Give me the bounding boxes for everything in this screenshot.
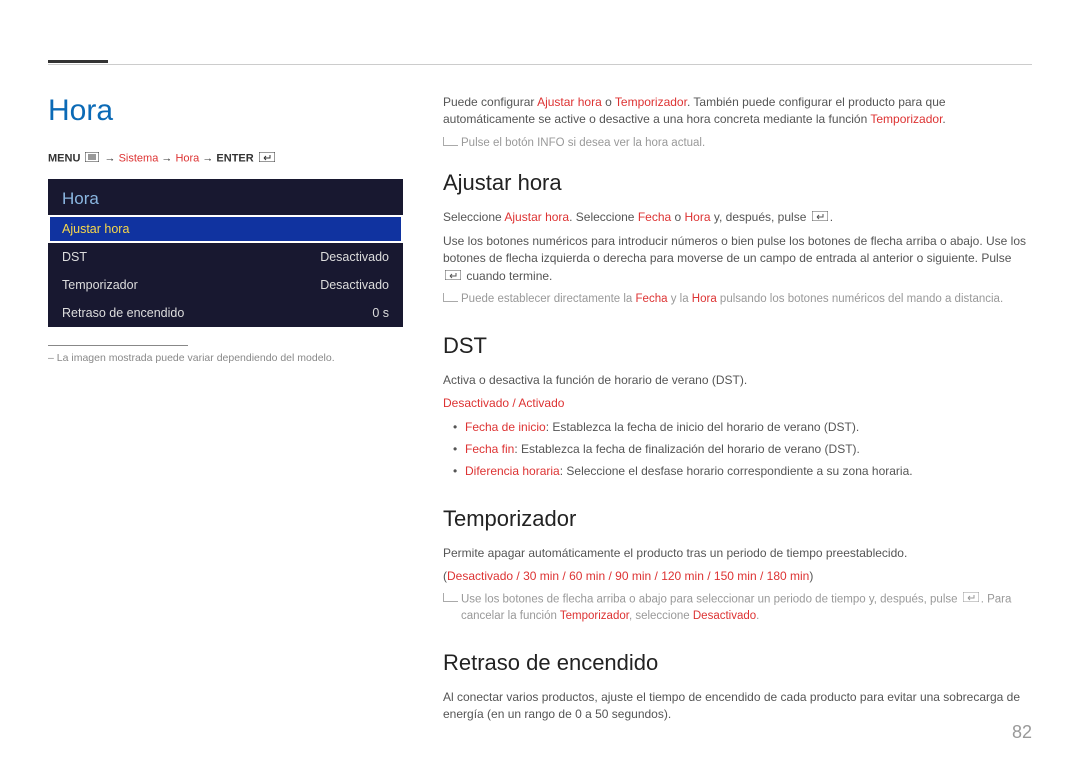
breadcrumb-menu: MENU [48,152,80,164]
intro-paragraph: Puede configurar Ajustar hora o Temporiz… [443,94,1032,129]
ajustar-p2: Use los botones numéricos para introduci… [443,233,1032,285]
breadcrumb-enter: ENTER [216,152,253,164]
osd-row-temporizador[interactable]: Temporizador Desactivado [48,271,403,299]
caption-rule [48,345,188,346]
header-accent [48,60,108,63]
breadcrumb-sistema: Sistema [119,152,159,164]
enter-icon [812,209,828,226]
enter-icon [445,268,461,285]
enter-icon [963,591,979,608]
section-dst: DST [443,330,1032,362]
section-temporizador: Temporizador [443,503,1032,535]
list-item: Fecha fin: Establezca la fecha de finali… [453,441,1032,458]
ajustar-note: Puede establecer directamente la Fecha y… [443,291,1032,308]
osd-row-label: Ajustar hora [62,222,129,236]
page-title: Hora [48,94,403,128]
temporizador-p1: Permite apagar automáticamente el produc… [443,545,1032,562]
retraso-p1: Al conectar varios productos, ajuste el … [443,689,1032,724]
temporizador-options: (Desactivado / 30 min / 60 min / 90 min … [443,568,1032,585]
osd-row-value: 0 s [372,306,389,320]
breadcrumb-arrow: → [161,152,172,164]
header-rule [48,64,1032,65]
ajustar-p1: Seleccione Ajustar hora. Seleccione Fech… [443,209,1032,227]
breadcrumb-arrow: → [202,152,213,164]
menu-icon [85,152,99,165]
breadcrumb-arrow: → [105,152,116,164]
osd-row-retraso[interactable]: Retraso de encendido 0 s [48,299,403,327]
osd-title: Hora [48,179,403,215]
list-item: Fecha de inicio: Establezca la fecha de … [453,419,1032,436]
temporizador-note: Use los botones de flecha arriba o abajo… [443,591,1032,625]
image-caption: – La imagen mostrada puede variar depend… [48,352,403,364]
osd-row-value: Desactivado [320,250,389,264]
page-number: 82 [1012,722,1032,743]
dst-bullets: Fecha de inicio: Establezca la fecha de … [443,419,1032,481]
osd-row-label: DST [62,250,87,264]
section-ajustar-hora: Ajustar hora [443,167,1032,199]
breadcrumb: MENU → Sistema → Hora → ENTER [48,152,403,165]
osd-panel: Hora Ajustar hora DST Desactivado Tempor… [48,179,403,327]
intro-note: Pulse el botón INFO si desea ver la hora… [443,135,1032,152]
breadcrumb-hora: Hora [175,152,199,164]
list-item: Diferencia horaria: Seleccione el desfas… [453,463,1032,480]
osd-row-label: Temporizador [62,278,138,292]
osd-row-ajustar-hora[interactable]: Ajustar hora [48,215,403,243]
osd-row-dst[interactable]: DST Desactivado [48,243,403,271]
osd-row-label: Retraso de encendido [62,306,184,320]
section-retraso: Retraso de encendido [443,647,1032,679]
dst-p1: Activa o desactiva la función de horario… [443,372,1032,389]
osd-row-value: Desactivado [320,278,389,292]
dst-options: Desactivado / Activado [443,395,1032,412]
enter-icon [259,152,275,165]
